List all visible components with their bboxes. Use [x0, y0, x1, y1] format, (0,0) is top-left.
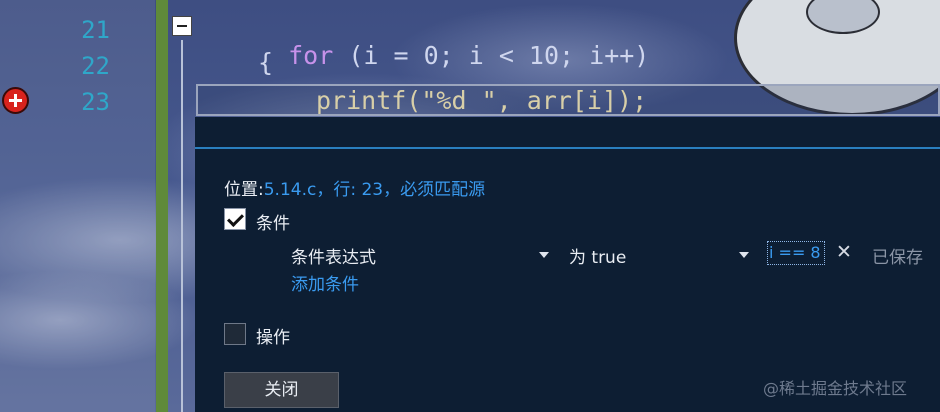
change-tracking-bar — [156, 0, 168, 412]
code-line-22[interactable]: { — [258, 48, 273, 77]
line-number-23: 23 — [81, 88, 110, 116]
breakpoint-location: 位置:5.14.c，行: 23，必须匹配源 — [224, 175, 485, 200]
line-number-22: 22 — [81, 52, 110, 80]
code-keyword-for: for — [288, 41, 334, 70]
code-line-23[interactable]: printf("%d ", arr[i]); — [316, 86, 647, 115]
actions-checkbox[interactable] — [224, 323, 246, 345]
close-button[interactable]: 关闭 — [224, 372, 339, 408]
watermark: @稀土掘金技术社区 — [763, 379, 908, 398]
panel-divider — [195, 147, 940, 149]
location-value: 5.14.c，行: 23，必须匹配源 — [263, 180, 486, 200]
close-icon[interactable]: ✕ — [836, 241, 852, 263]
condition-mode-dropdown[interactable]: 为 true — [569, 243, 626, 268]
code-line-21-text: (i = 0; i < 10; i++) — [333, 41, 650, 70]
line-number-21: 21 — [81, 16, 110, 44]
conditions-checkbox[interactable] — [224, 208, 246, 230]
chevron-down-icon[interactable] — [539, 252, 549, 258]
condition-expression-input[interactable]: i == 8 — [767, 241, 825, 265]
breakpoint-icon[interactable] — [2, 87, 29, 114]
code-line-21[interactable]: for (i = 0; i < 10; i++) — [258, 12, 649, 70]
chevron-down-icon[interactable] — [739, 252, 749, 258]
add-condition-link[interactable]: 添加条件 — [291, 270, 359, 295]
location-label: 位置: — [224, 180, 264, 200]
conditions-label: 条件 — [256, 214, 290, 234]
condition-type-dropdown[interactable]: 条件表达式 — [291, 243, 376, 268]
breakpoint-settings-panel: 位置:5.14.c，行: 23，必须匹配源 条件 条件表达式 为 true i … — [195, 117, 940, 412]
outline-guide — [181, 40, 183, 412]
actions-label: 操作 — [256, 328, 290, 348]
saved-status: 已保存 — [872, 248, 923, 268]
collapse-icon[interactable] — [172, 16, 192, 36]
